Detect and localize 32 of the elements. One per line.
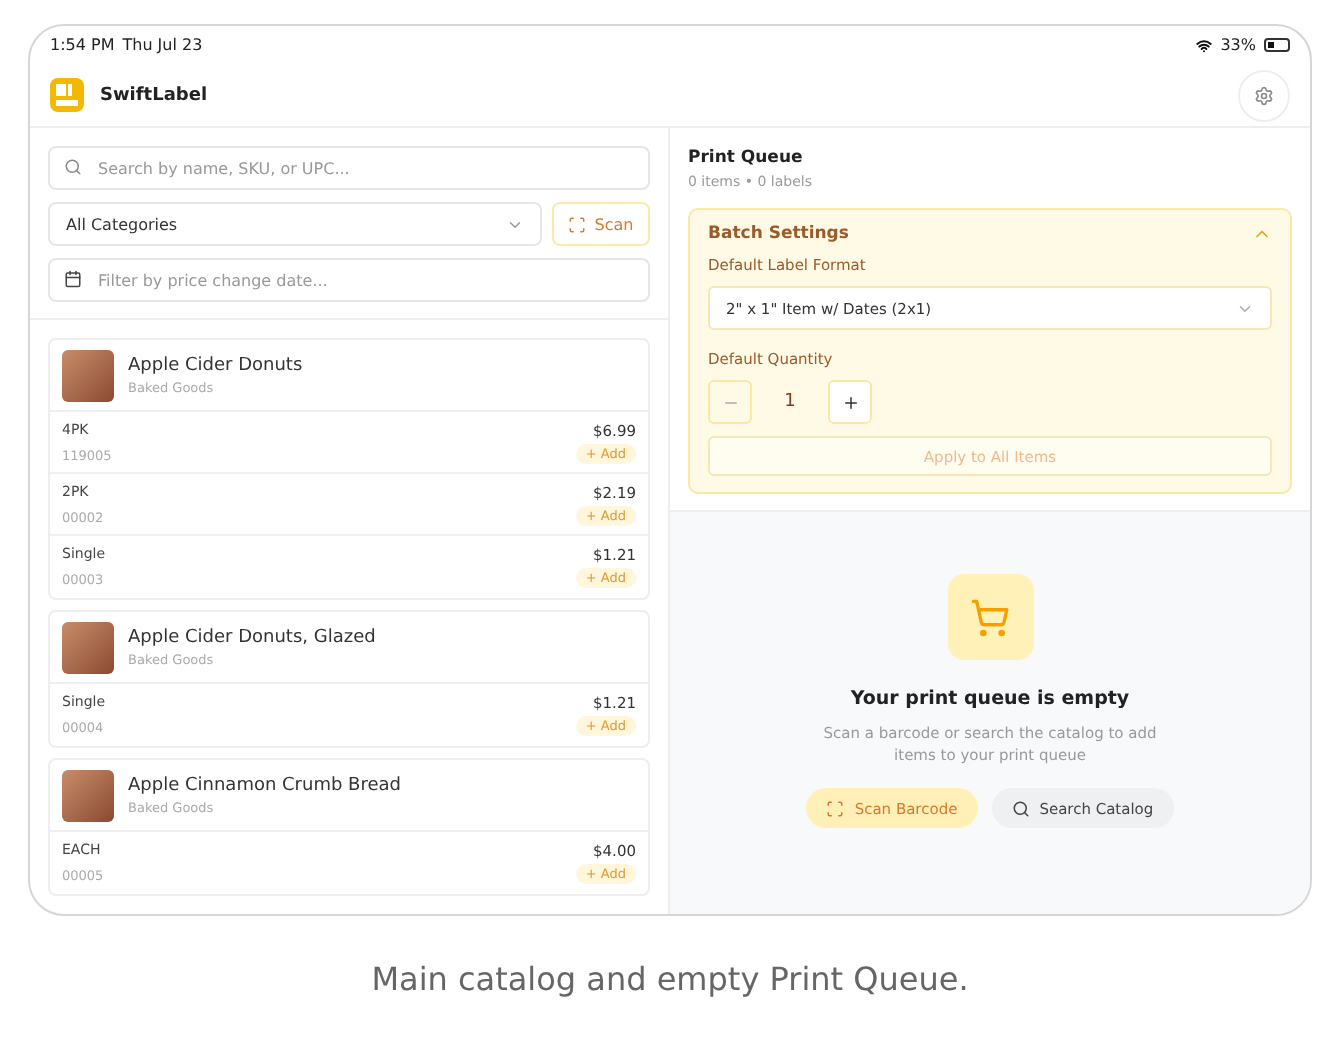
plus-icon (841, 393, 859, 411)
product-name: Apple Cinnamon Crumb Bread (128, 775, 401, 795)
product-name: Apple Cider Donuts (128, 355, 303, 375)
status-time: 1:54 PM (50, 36, 115, 54)
app-name: SwiftLabel (100, 85, 208, 105)
photo-placeholder (62, 621, 114, 673)
queue-title: Print Queue (688, 148, 805, 168)
battery-percent: 33% (1220, 36, 1256, 54)
product-name: Apple Cider Donuts, Glazed (128, 627, 376, 647)
cart-icon (947, 574, 1033, 660)
logo-icon (50, 78, 84, 112)
scan-button[interactable]: Scan (552, 202, 650, 246)
search-icon (1011, 799, 1030, 817)
scan-icon (826, 799, 845, 817)
photo-placeholder (62, 769, 114, 821)
battery-icon (1264, 38, 1290, 52)
category-dropdown[interactable]: All Categories (48, 202, 542, 246)
caption: Main catalog and empty Print Queue. (371, 960, 969, 998)
increase-button[interactable] (828, 380, 872, 424)
date-filter-field[interactable]: Filter by price change date... (48, 258, 650, 302)
batch-settings-toggle[interactable]: Batch Settings (708, 224, 1272, 244)
wifi-icon (1196, 37, 1213, 53)
quantity-value: 1 (782, 392, 798, 412)
settings-icon (1254, 85, 1274, 105)
calendar-icon (64, 270, 82, 288)
search-icon (64, 158, 82, 176)
empty-title: Your print queue is empty (850, 688, 1130, 710)
search-field[interactable]: Search by name, SKU, or UPC... (48, 146, 650, 190)
settings-button[interactable] (1238, 69, 1290, 121)
status-date: Thu Jul 23 (122, 36, 203, 54)
photo-placeholder (62, 349, 114, 401)
scan-icon (568, 215, 587, 233)
